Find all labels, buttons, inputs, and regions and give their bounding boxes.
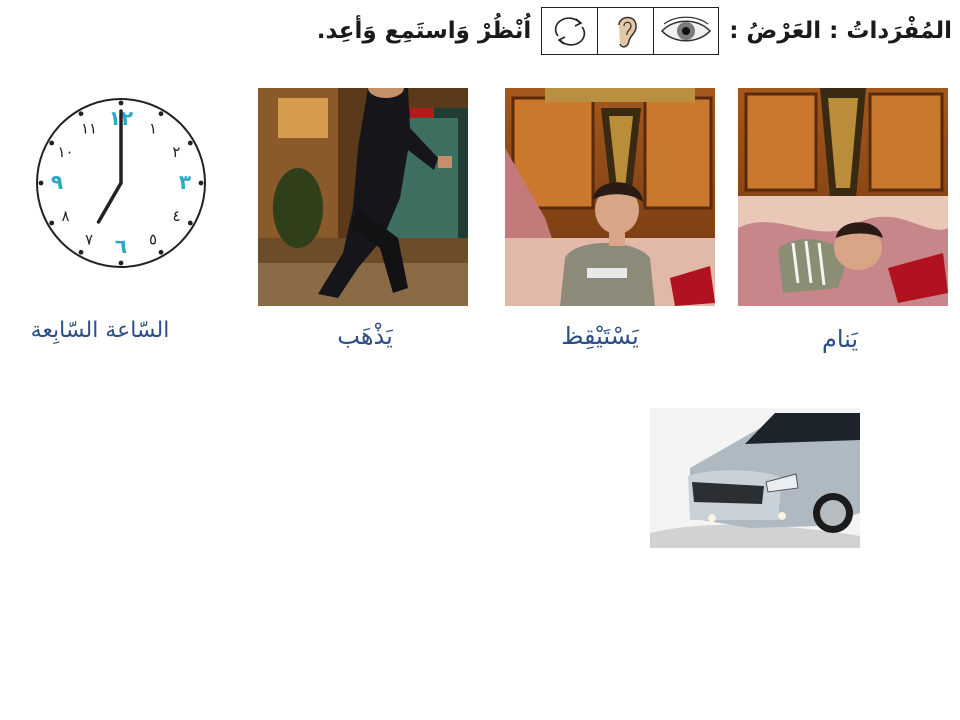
section-title: المُفْرَداتُ : العَرْضُ : xyxy=(729,18,952,44)
clock-tick xyxy=(49,220,55,226)
clock-tick xyxy=(158,111,164,117)
clock-tick xyxy=(158,249,164,255)
clock-numeral: ٢ xyxy=(172,143,180,161)
silver-car-image xyxy=(650,408,860,548)
clock-tick xyxy=(198,180,204,186)
clock-tick xyxy=(49,140,55,146)
clock-numeral: ١٠ xyxy=(58,143,74,161)
activity-icons xyxy=(541,7,720,55)
clock-numeral: ٥ xyxy=(149,230,157,248)
page-header: المُفْرَداتُ : العَرْضُ : اُنْظُرْ وَاست… xyxy=(292,4,952,58)
repeat-arrows-icon xyxy=(542,8,597,54)
clock-tick xyxy=(118,100,124,106)
clock-tick xyxy=(118,260,124,266)
eye-icon xyxy=(653,8,718,54)
clock-numeral: ١١ xyxy=(81,120,97,138)
clock-numeral: ٣ xyxy=(179,170,191,194)
caption-go: يَذْهَب xyxy=(337,322,393,350)
caption-seven-oclock: السّاعة السّابِعة xyxy=(30,318,170,343)
clock-numeral: ٨ xyxy=(62,207,70,225)
clock-numeral: ٩ xyxy=(51,170,63,194)
instruction-text: اُنْظُرْ وَاستَمِع وَأعِد. xyxy=(316,18,532,44)
clock-numeral: ١ xyxy=(149,120,157,138)
clock-tick xyxy=(78,249,84,255)
caption-wake-up: يَسْتَيْقِظ xyxy=(561,322,639,350)
clock-tick xyxy=(187,220,193,226)
clock-tick xyxy=(38,180,44,186)
clock-tick xyxy=(78,111,84,117)
clock-numeral: ٤ xyxy=(172,207,180,225)
clock-tick xyxy=(187,140,193,146)
man-leaving-image xyxy=(258,88,468,306)
clock-seven-oclock: ١٢١٢٣٤٥٦٧٨٩١٠١١ xyxy=(33,95,209,271)
caption-sleep: يَنام xyxy=(821,325,859,353)
boy-waking-up-image xyxy=(505,88,715,306)
clock-numeral: ٦ xyxy=(115,234,127,258)
clock-numeral: ٧ xyxy=(85,230,93,248)
ear-icon xyxy=(597,8,653,54)
boy-sleeping-image xyxy=(738,88,948,306)
